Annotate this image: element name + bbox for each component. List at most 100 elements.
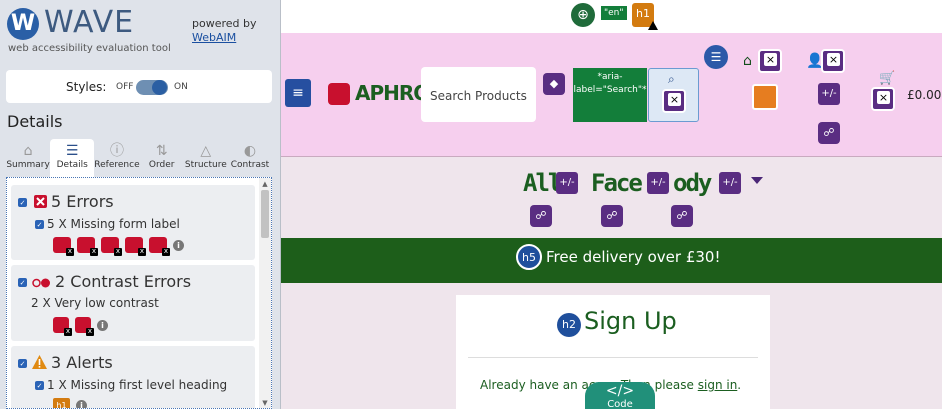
missing-label-icon[interactable] [53, 237, 74, 256]
tab-structure-label: Structure [184, 160, 227, 170]
signup-title: Sign Up [584, 307, 677, 335]
alert-image-icon[interactable] [752, 84, 778, 110]
contrast-icon: ◐ [243, 143, 257, 159]
warning-icon [648, 21, 658, 30]
aria-expanded-icon[interactable]: +/- [556, 172, 578, 194]
styles-toggle-box: Styles: OFF ON [6, 70, 272, 103]
wave-title: WAVE [44, 5, 135, 40]
missing-h1-text: 1 X Missing first level heading [47, 378, 228, 392]
css-icon[interactable]: ≡ [285, 79, 311, 107]
globe-icon[interactable]: ⊕ [571, 3, 595, 27]
tab-reference[interactable]: ⓘ Reference [94, 139, 139, 177]
missing-label-checkbox[interactable]: ✓ [35, 220, 44, 229]
error-icon[interactable] [662, 89, 686, 113]
contrast-category: ✓ 2 Contrast Errors 2 X Very low contras… [11, 265, 255, 341]
missing-label-text: 5 X Missing form label [47, 217, 180, 231]
order-icon: ⇅ [155, 143, 168, 159]
code-icon: </> [605, 383, 635, 399]
missing-h1-checkbox[interactable]: ✓ [35, 381, 44, 390]
aria-expanded-icon[interactable]: +/- [647, 172, 669, 194]
aria-icon[interactable]: ☍ [601, 205, 623, 227]
code-label: Code [607, 399, 633, 409]
site-header: ≡ APHROS Search Products ◆ *aria-label="… [281, 33, 942, 157]
low-contrast-icon[interactable] [53, 317, 72, 336]
webaim-link[interactable]: WebAIM [192, 31, 236, 44]
home-icon[interactable]: ⌂ [743, 53, 752, 69]
scroll-up-icon[interactable]: ▲ [259, 180, 271, 188]
errors-checkbox[interactable]: ✓ [18, 198, 27, 207]
tag-icon[interactable]: ◆ [543, 73, 565, 95]
cart-price: £0.00 [907, 88, 942, 102]
top-strip: ⊕ "en" h1 [281, 0, 942, 33]
info-icon[interactable]: i [76, 400, 87, 408]
tab-contrast[interactable]: ◐ Contrast [228, 139, 272, 177]
code-toggle-button[interactable]: </> Code [585, 382, 655, 409]
nav-body[interactable]: ody [673, 169, 712, 197]
lang-tag[interactable]: "en" [601, 6, 627, 20]
powered-by-label: powered by [192, 17, 257, 30]
promo-banner: h5 Free delivery over £30! [281, 238, 942, 283]
h1-badge[interactable]: h1 [632, 3, 658, 30]
site-preview: ⊕ "en" h1 ≡ APHROS Search Products ◆ *ar… [281, 0, 942, 409]
error-icon[interactable] [758, 49, 782, 73]
info-icon[interactable]: i [97, 319, 108, 331]
chevron-down-icon[interactable] [751, 177, 763, 184]
tab-order-label: Order [148, 160, 175, 170]
wave-sidebar: W WAVE web accessibility evaluation tool… [0, 0, 281, 409]
aria-icon[interactable]: ☍ [530, 205, 552, 227]
contrast-checkbox[interactable]: ✓ [18, 278, 27, 287]
cart-icon[interactable]: 🛒 [879, 71, 895, 86]
alerts-checkbox[interactable]: ✓ [18, 359, 27, 368]
aria-expanded-icon[interactable]: +/- [719, 172, 741, 194]
wave-subtitle: web accessibility evaluation tool [8, 43, 171, 54]
missing-label-icon[interactable] [125, 237, 146, 256]
tab-reference-label: Reference [94, 160, 140, 170]
structure-icon: △ [200, 143, 212, 159]
tab-summary-label: Summary [6, 160, 50, 170]
h1-badge-label: h1 [636, 7, 650, 20]
search-placeholder: Search Products [430, 89, 527, 103]
missing-label-icon[interactable] [77, 237, 98, 256]
sign-in-link[interactable]: sign in [698, 378, 738, 392]
h1-alert-icon[interactable]: h1 [53, 398, 70, 408]
search-button[interactable]: ⌕ [648, 68, 699, 122]
scroll-down-icon[interactable]: ▼ [259, 399, 271, 407]
info-icon[interactable]: i [173, 239, 184, 251]
styles-on-label: ON [174, 82, 188, 92]
low-contrast-icon[interactable] [75, 317, 94, 336]
h5-badge[interactable]: h5 [516, 244, 542, 270]
scroll-thumb[interactable] [261, 190, 269, 238]
styles-off-label: OFF [116, 82, 134, 92]
h2-badge[interactable]: h2 [557, 313, 581, 337]
missing-label-icon[interactable] [101, 237, 122, 256]
alert-badges: h1 i [53, 398, 87, 408]
aria-label-badge[interactable]: *aria-label="Search"* [573, 68, 647, 122]
aria-icon[interactable]: ☍ [818, 122, 840, 144]
search-input[interactable]: Search Products [421, 67, 536, 122]
home-icon: ⌂ [23, 143, 33, 159]
error-icon[interactable] [871, 87, 895, 111]
low-contrast-text: 2 X Very low contrast [31, 296, 159, 310]
nav-all[interactable]: All [523, 169, 562, 197]
search-icon: ⌕ [668, 72, 675, 86]
list-icon[interactable]: ☰ [704, 45, 728, 69]
details-panel: ▲ ▼ ✓ 5 Errors ✓ 5 X Missing form label … [6, 177, 272, 409]
details-scrollbar[interactable]: ▲ ▼ [259, 178, 271, 408]
tab-order[interactable]: ⇅ Order [140, 139, 184, 177]
tab-details[interactable]: ☰ Details [50, 139, 95, 177]
tab-summary[interactable]: ⌂ Summary [6, 139, 50, 177]
tab-contrast-label: Contrast [230, 160, 270, 170]
wave-logo-icon: W [7, 8, 39, 40]
aria-expanded-icon[interactable]: +/- [818, 83, 840, 105]
aria-icon[interactable]: ☍ [671, 205, 693, 227]
contrast-badges: i [53, 317, 108, 336]
nav-face[interactable]: Face [591, 169, 643, 197]
error-icon[interactable] [821, 49, 845, 73]
tab-structure[interactable]: △ Structure [184, 139, 228, 177]
error-badge[interactable] [328, 83, 350, 105]
styles-toggle[interactable] [136, 80, 168, 95]
tab-details-label: Details [56, 160, 88, 170]
missing-label-icon[interactable] [149, 237, 170, 256]
contrast-title: 2 Contrast Errors [55, 272, 192, 291]
error-icon [34, 195, 47, 208]
